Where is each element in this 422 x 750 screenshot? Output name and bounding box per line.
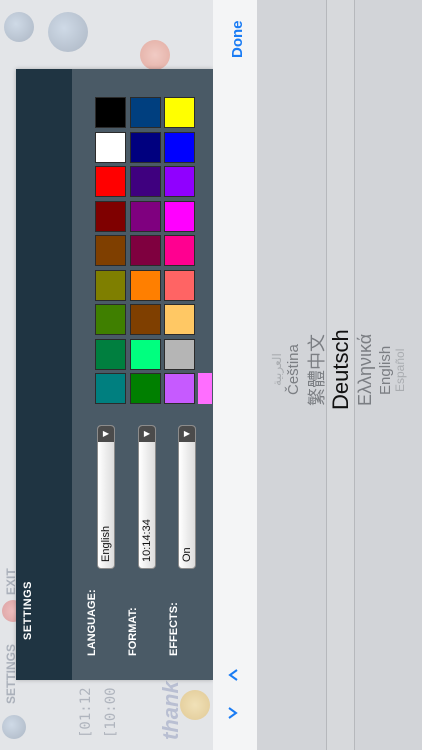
color-swatch[interactable] [164, 235, 195, 266]
color-swatch[interactable] [130, 338, 161, 370]
picker-option[interactable]: العربية [270, 354, 284, 387]
color-swatch[interactable] [164, 97, 195, 128]
picker-option[interactable]: Español [393, 348, 407, 391]
color-swatch[interactable] [164, 373, 195, 404]
picker-option[interactable]: Čeština [285, 345, 302, 396]
avatar [4, 12, 34, 42]
dropdown-arrow-icon: ▶ [98, 426, 114, 442]
bg-time: [01:12 [78, 687, 94, 738]
color-swatch[interactable] [95, 269, 126, 301]
format-label: FORMAT: [127, 607, 139, 656]
color-swatch[interactable] [130, 131, 161, 163]
settings-title: SETTINGS [22, 580, 34, 640]
picker-option[interactable]: English [377, 345, 394, 394]
bg-greeting: thank [158, 681, 183, 740]
language-select[interactable]: ▶ English [97, 425, 115, 569]
language-value: English [100, 525, 112, 562]
color-swatch[interactable] [164, 131, 195, 163]
face-icon [180, 690, 210, 720]
bg-time: [10:00 [103, 687, 119, 738]
effects-value: On [181, 547, 193, 562]
color-swatch[interactable] [95, 200, 126, 232]
picker-option[interactable]: 繁體中文 [303, 334, 329, 406]
color-swatch[interactable] [164, 269, 195, 301]
color-swatch[interactable] [130, 235, 161, 266]
color-swatch[interactable] [130, 97, 161, 128]
color-swatch[interactable] [95, 373, 126, 404]
character-icon [140, 40, 170, 70]
chevron-down-icon[interactable] [226, 706, 240, 720]
color-swatch[interactable] [95, 338, 126, 370]
effects-label: EFFECTS: [168, 602, 180, 656]
color-swatch[interactable] [164, 304, 195, 335]
color-swatch[interactable] [198, 373, 212, 404]
chevron-up-icon[interactable] [226, 668, 240, 682]
color-swatch[interactable] [130, 200, 161, 232]
color-swatch[interactable] [130, 166, 161, 197]
color-swatch[interactable] [95, 97, 126, 128]
dropdown-arrow-icon: ▶ [139, 426, 155, 442]
gear-icon [2, 715, 26, 739]
format-value: 10:14:34 [141, 519, 153, 562]
color-swatch[interactable] [95, 166, 126, 197]
color-swatch[interactable] [95, 304, 126, 335]
picker-option-selected[interactable]: Deutsch [328, 330, 354, 411]
picker-toolbar [213, 0, 258, 750]
color-swatch[interactable] [130, 269, 161, 301]
color-swatch[interactable] [164, 166, 195, 197]
color-swatch[interactable] [95, 131, 126, 163]
color-swatch[interactable] [95, 235, 126, 266]
globe-icon [48, 12, 88, 52]
color-swatch[interactable] [164, 338, 195, 370]
color-swatch[interactable] [130, 373, 161, 404]
language-label: LANGUAGE: [86, 589, 98, 656]
picker-option[interactable]: Ελληνικά [355, 334, 376, 406]
color-swatch[interactable] [164, 200, 195, 232]
dropdown-arrow-icon: ▶ [179, 426, 195, 442]
effects-select[interactable]: ▶ On [178, 425, 196, 569]
color-swatch[interactable] [130, 304, 161, 335]
format-select[interactable]: ▶ 10:14:34 [138, 425, 156, 569]
done-button[interactable]: Done [229, 21, 246, 59]
